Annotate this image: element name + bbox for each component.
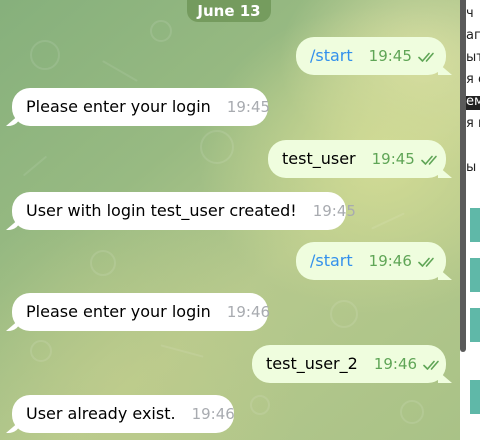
side-panel-item[interactable] [470, 208, 480, 242]
message-text: Please enter your login [26, 97, 211, 116]
message-text: test_user [282, 149, 356, 168]
message-bubble-incoming[interactable]: User with login test_user created! 19:45 [12, 192, 356, 230]
double-check-icon [423, 360, 439, 370]
wallpaper-pattern [330, 300, 358, 328]
message-text: test_user_2 [266, 354, 358, 373]
message-text: Please enter your login [26, 302, 211, 321]
message-time: 19:45 [226, 98, 271, 116]
date-separator: June 13 [187, 0, 271, 22]
message-time: 19:46 [369, 252, 438, 270]
wallpaper-pattern [30, 340, 52, 362]
message-bubble-outgoing[interactable]: test_user 19:45 [268, 140, 446, 178]
wallpaper-pattern [22, 155, 48, 177]
message-bubble-outgoing[interactable]: test_user_2 19:46 [252, 345, 446, 383]
wallpaper-pattern [90, 250, 116, 276]
message-bubble-outgoing[interactable]: /start 19:46 [296, 242, 446, 280]
wallpaper-pattern [200, 130, 234, 164]
wallpaper-pattern [371, 212, 405, 230]
side-panel-item[interactable] [470, 308, 480, 342]
message-bubble-incoming[interactable]: User already exist. 19:46 [12, 395, 235, 433]
wallpaper-pattern [400, 400, 424, 424]
message-bubble-incoming[interactable]: Please enter your login 19:46 [12, 293, 271, 331]
side-panel-text: апп [466, 28, 480, 43]
side-panel-item[interactable] [470, 258, 480, 292]
message-bubble-incoming[interactable]: Please enter your login 19:45 [12, 88, 271, 126]
message-bubble-outgoing[interactable]: /start 19:45 [296, 37, 446, 75]
message-time: 19:46 [191, 405, 235, 423]
wallpaper-pattern [250, 395, 270, 415]
message-time: 19:45 [312, 202, 356, 220]
side-panel-text: я п [466, 116, 480, 131]
message-time: 19:45 [369, 47, 438, 65]
wallpaper-pattern [102, 60, 138, 82]
message-text: User already exist. [26, 404, 176, 423]
side-panel-item[interactable] [470, 380, 480, 414]
wallpaper-pattern [150, 20, 172, 42]
message-time: 19:46 [374, 355, 443, 373]
side-panel-text: ем [466, 94, 480, 109]
message-text: User with login test_user created! [26, 201, 297, 220]
side-panel-text: ы [466, 160, 477, 175]
command-link[interactable]: /start [310, 242, 353, 280]
double-check-icon [421, 155, 437, 165]
double-check-icon [418, 52, 434, 62]
wallpaper-pattern [160, 344, 204, 358]
side-panel-text: ч [466, 6, 474, 21]
message-time: 19:46 [226, 303, 271, 321]
double-check-icon [418, 257, 434, 267]
command-link[interactable]: /start [310, 37, 353, 75]
message-time: 19:45 [372, 150, 441, 168]
side-panel-text: я с [466, 72, 480, 87]
wallpaper-pattern [30, 40, 60, 70]
side-panel-text: ыт [466, 50, 480, 65]
